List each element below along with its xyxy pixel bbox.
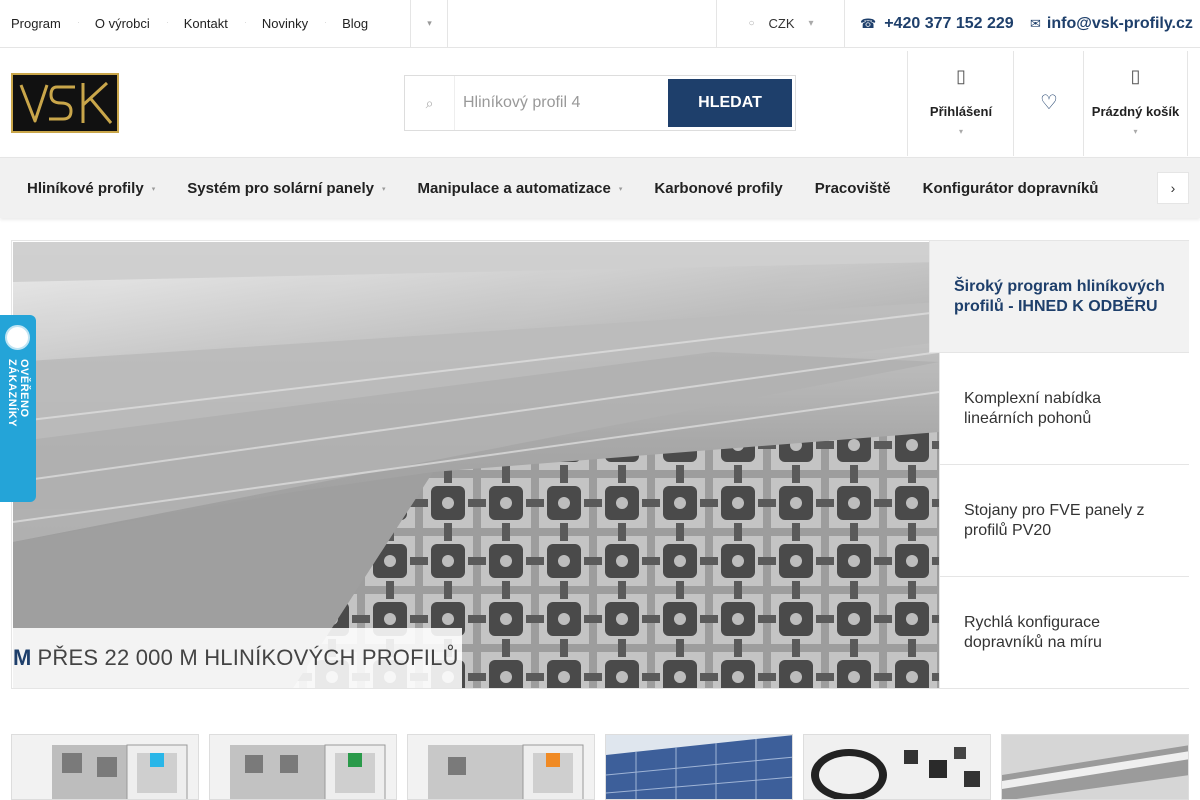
nav-item-pracoviste[interactable]: Pracoviště: [815, 180, 891, 197]
phone-number: +420 377 152 229: [884, 14, 1014, 32]
aluminium-profiles-image: [13, 242, 939, 688]
solar-panels-image: [606, 735, 792, 799]
chevron-down-icon: ▾: [958, 127, 963, 136]
top-nav-kontakt[interactable]: Kontakt: [184, 16, 246, 31]
nav-item-manipulace[interactable]: Manipulace a automatizace ▾: [417, 180, 622, 197]
category-tile[interactable]: [1001, 734, 1189, 800]
hero-slide-tab-3[interactable]: Stojany pro FVE panely z profilů PV20: [939, 465, 1189, 577]
chevron-down-icon: ▾: [381, 185, 386, 193]
main-nav: Hliníkové profily ▾ Systém pro solární pa…: [0, 157, 1200, 218]
top-nav-o-vyrobci[interactable]: O výrobci: [95, 16, 168, 31]
verified-customers-badge[interactable]: OVĚŘENO ZÁKAZNÍKY: [0, 315, 36, 502]
nav-item-label: Pracoviště: [814, 180, 891, 197]
login-button[interactable]: ▯ Přihlášení ▾: [907, 51, 1014, 156]
coins-icon: ○: [748, 18, 755, 29]
vsk-logo-image: [13, 75, 117, 131]
chevron-down-icon: ▾: [1133, 127, 1138, 136]
hero-image[interactable]: M PŘES 22 000 M HLINÍKOVÝCH PROFILŮ: [13, 242, 939, 688]
cart-label: Prázdný košík: [1091, 104, 1180, 119]
chevron-down-icon: ▾: [151, 185, 156, 193]
hero-slide-list: Široký program hliníkových profilů - IHN…: [929, 241, 1189, 688]
search-bar: ⌕ HLEDAT: [404, 75, 796, 131]
contact-phone-link[interactable]: ☎ +420 377 152 229: [860, 0, 1014, 47]
envelope-icon: ✉: [1030, 15, 1041, 31]
cart-icon: ▯: [1130, 66, 1141, 86]
login-label: Přihlášení: [929, 104, 993, 119]
chevron-down-icon: ▾: [808, 18, 814, 29]
category-tile[interactable]: [803, 734, 991, 800]
profiles-image: [408, 735, 594, 799]
site-logo[interactable]: [11, 73, 119, 133]
category-tile[interactable]: [605, 734, 793, 800]
top-nav-novinky[interactable]: Novinky: [262, 16, 327, 31]
heart-icon: ♡: [1040, 91, 1058, 114]
nav-item-label: Hliníkové profily: [27, 180, 144, 197]
chevron-right-icon: ›: [1170, 180, 1176, 196]
nav-item-label: Konfigurátor dopravníků: [922, 180, 1099, 197]
category-tile[interactable]: [407, 734, 595, 800]
hero-slide-tab-4[interactable]: Rychlá konfigurace dopravníků na míru: [939, 577, 1189, 688]
category-tile[interactable]: [11, 734, 199, 800]
verified-seal-icon: [5, 325, 30, 350]
search-icon: ⌕: [405, 76, 455, 130]
caption-mark: M: [13, 645, 32, 670]
currency-value: CZK: [768, 16, 795, 31]
nav-item-label: Systém pro solární panely: [187, 180, 374, 197]
cart-button[interactable]: ▯ Prázdný košík ▾: [1083, 51, 1188, 156]
category-tile[interactable]: [209, 734, 397, 800]
contact-email-link[interactable]: ✉ info@vsk-profily.cz: [1030, 0, 1193, 47]
nav-item-hlinikove-profily[interactable]: Hliníkové profily ▾: [27, 180, 155, 197]
profiles-image: [210, 735, 396, 799]
top-bar: Program O výrobci Kontakt Novinky Blog ▾…: [0, 0, 1200, 48]
nav-item-konfigurator[interactable]: Konfigurátor dopravníků: [923, 180, 1099, 197]
top-nav: Program O výrobci Kontakt Novinky Blog: [11, 0, 402, 47]
hero-caption: M PŘES 22 000 M HLINÍKOVÝCH PROFILŮ: [13, 628, 462, 688]
carbon-profiles-image: [804, 735, 990, 799]
nav-item-label: Manipulace a automatizace: [417, 180, 611, 197]
chevron-down-icon: ▾: [427, 18, 432, 28]
profiles-image: [12, 735, 198, 799]
email-address: info@vsk-profily.cz: [1046, 14, 1193, 32]
nav-more-button[interactable]: ›: [1157, 172, 1189, 204]
nav-item-label: Karbonové profily: [654, 180, 783, 197]
phone-icon: ☎: [860, 15, 877, 31]
hero-slide-tab-2[interactable]: Komplexní nabídka lineárních pohonů: [939, 353, 1189, 465]
divider: [844, 0, 845, 47]
hero-slider: M PŘES 22 000 M HLINÍKOVÝCH PROFILŮ Širo…: [11, 240, 1189, 689]
badge-text: OVĚŘENO ZÁKAZNÍKY: [6, 359, 30, 428]
metal-tube-image: [1002, 735, 1188, 799]
nav-item-solarni-panely[interactable]: Systém pro solární panely ▾: [187, 180, 385, 197]
top-nav-more-button[interactable]: ▾: [411, 0, 448, 47]
hero-slide-tab-1[interactable]: Široký program hliníkových profilů - IHN…: [929, 241, 1189, 353]
hero-caption-text: PŘES 22 000 M HLINÍKOVÝCH PROFILŮ: [37, 645, 459, 670]
divider: [447, 0, 448, 47]
nav-item-karbonove-profily[interactable]: Karbonové profily: [654, 180, 782, 197]
top-nav-blog[interactable]: Blog: [342, 16, 368, 31]
top-nav-program[interactable]: Program: [11, 16, 79, 31]
category-tiles: [11, 734, 1189, 800]
currency-selector[interactable]: ○ CZK ▾: [717, 0, 845, 47]
search-input[interactable]: [463, 88, 663, 118]
search-button[interactable]: HLEDAT: [668, 79, 792, 127]
chevron-down-icon: ▾: [618, 185, 623, 193]
wishlist-button[interactable]: ♡: [1013, 51, 1084, 156]
user-icon: ▯: [956, 66, 966, 86]
